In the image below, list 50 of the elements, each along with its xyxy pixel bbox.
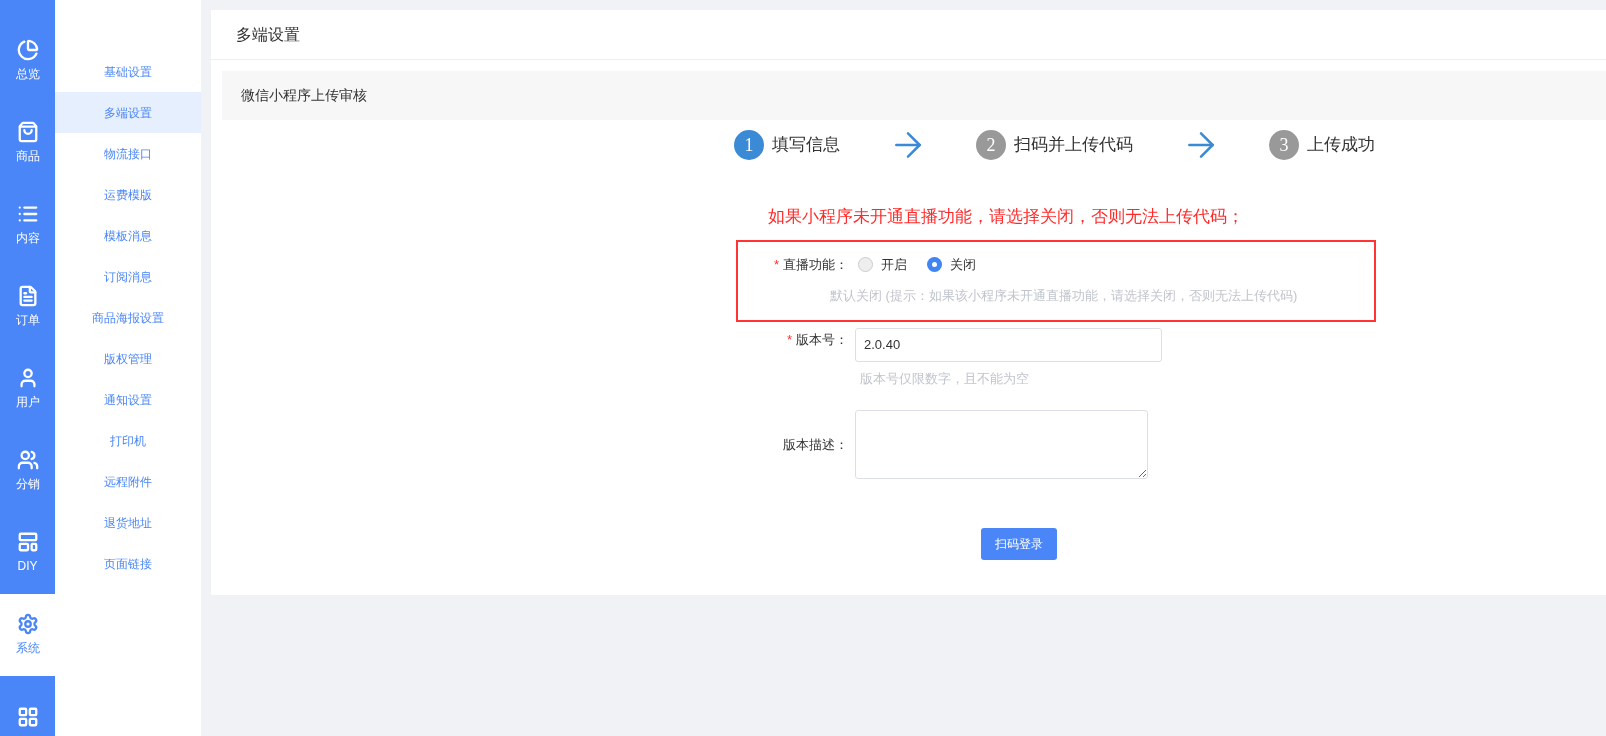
radio-button[interactable]: [858, 257, 873, 272]
submenu-item[interactable]: 物流接口: [55, 133, 201, 174]
submenu-item[interactable]: 版权管理: [55, 338, 201, 379]
submenu-item[interactable]: 运费模版: [55, 174, 201, 215]
step-number: 2: [976, 130, 1006, 160]
grid-icon: [16, 706, 39, 728]
field-hint: 版本号仅限数字，且不能为空: [860, 369, 1030, 388]
submenu-item[interactable]: 订阅消息: [55, 256, 201, 297]
nav-item[interactable]: 商品: [0, 102, 55, 184]
required-mark: *: [786, 330, 792, 349]
nav-item[interactable]: 内容: [0, 184, 55, 266]
submenu-item[interactable]: 打印机: [55, 420, 201, 461]
layout-icon: [16, 531, 39, 553]
scan-login-button[interactable]: 扫码登录: [981, 528, 1057, 560]
list-icon: [16, 203, 39, 225]
nav-item[interactable]: DIY: [0, 512, 55, 594]
submenu-item[interactable]: 通知设置: [55, 379, 201, 420]
pie-chart-icon: [16, 39, 39, 61]
radio-option[interactable]: 关闭: [927, 254, 976, 275]
required-mark: *: [773, 255, 779, 274]
users-icon: [16, 449, 39, 471]
nav-item[interactable]: 用户: [0, 348, 55, 430]
field-hint: 默认关闭 (提示：如果该小程序未开通直播功能，请选择关闭，否则无法上传代码): [830, 286, 1299, 305]
field-label: 直播功能：: [783, 255, 848, 274]
step-label: 填写信息: [772, 134, 840, 157]
submenu-item[interactable]: 远程附件: [55, 461, 201, 502]
step-label: 扫码并上传代码: [1014, 134, 1133, 157]
settings-icon: [16, 613, 39, 635]
bag-icon: [16, 121, 39, 143]
page-title: 多端设置: [236, 24, 300, 45]
step-number: 3: [1269, 130, 1299, 160]
warning-text: 如果小程序未开通直播功能，请选择关闭，否则无法上传代码；: [768, 206, 1245, 228]
submenu-item[interactable]: 基础设置: [55, 51, 201, 92]
nav-item[interactable]: 系统: [0, 594, 55, 676]
version-input[interactable]: 2.0.40: [855, 327, 1162, 362]
nav-item[interactable]: 总览: [0, 20, 55, 102]
submenu-item[interactable]: 商品海报设置: [55, 297, 201, 338]
radio-button[interactable]: [927, 257, 942, 272]
field-label: 版本号：: [796, 330, 848, 349]
radio-option[interactable]: 开启: [858, 254, 907, 275]
step-number: 1: [734, 130, 764, 160]
submenu-item[interactable]: 多端设置: [55, 92, 201, 133]
nav-item[interactable]: 订单: [0, 266, 55, 348]
submenu-item[interactable]: 退货地址: [55, 502, 201, 543]
submenu-item[interactable]: 模板消息: [55, 215, 201, 256]
nav-item[interactable]: 分销: [0, 430, 55, 512]
field-label: 版本描述：: [783, 435, 848, 454]
step-label: 上传成功: [1307, 134, 1375, 157]
section-header: 微信小程序上传审核: [222, 71, 1606, 120]
submenu-item[interactable]: 页面链接: [55, 543, 201, 584]
